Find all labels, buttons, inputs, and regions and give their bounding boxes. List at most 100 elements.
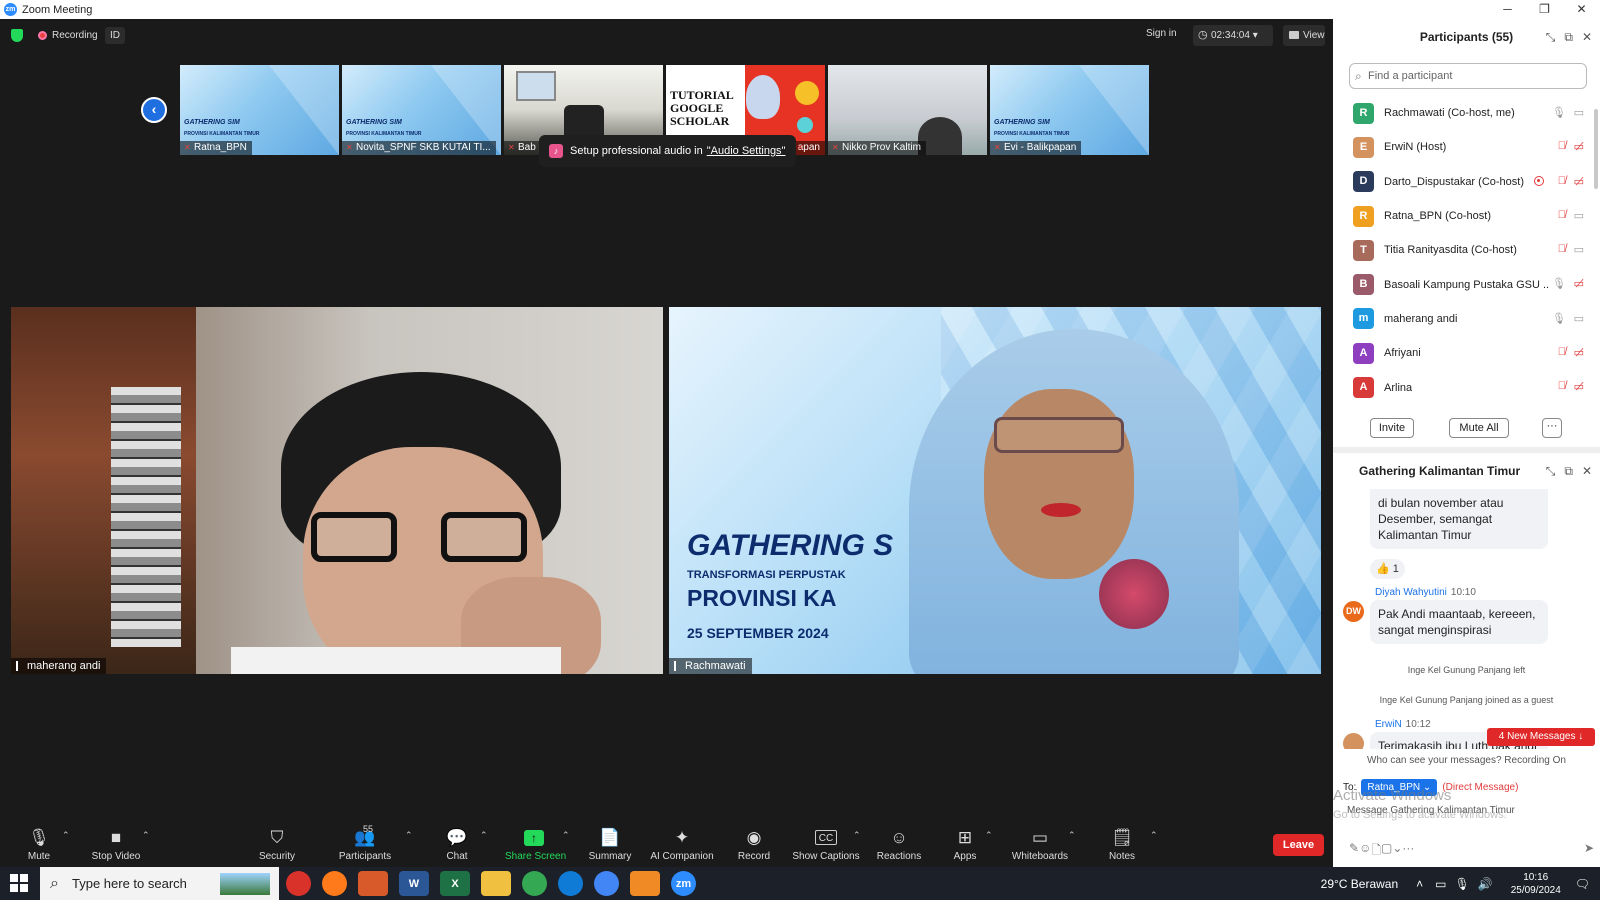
opera-icon[interactable] [286, 871, 311, 896]
windows-start-icon[interactable] [10, 874, 28, 892]
camera-off-icon[interactable]: ▭̸ [1574, 175, 1584, 188]
mute-all-button[interactable]: Mute All [1449, 418, 1509, 438]
view-button[interactable]: View [1283, 25, 1325, 46]
send-icon[interactable]: ➤ [1584, 841, 1594, 862]
collapse-icon[interactable]: ⤡ [1546, 464, 1556, 479]
participants-options-caret[interactable]: ⌃ [405, 830, 413, 841]
camera-off-icon[interactable]: ▭̸ [1574, 346, 1584, 359]
camera-off-icon[interactable]: ▭̸ [1574, 140, 1584, 153]
more-options-button[interactable]: ··· [1542, 418, 1562, 438]
sign-in-link[interactable]: Sign in [1146, 28, 1177, 39]
summary-button[interactable]: 📄 Summary [585, 820, 635, 867]
chat-messages[interactable]: di bulan november atau Desember, semanga… [1333, 489, 1600, 749]
meeting-id-button[interactable]: ID [105, 27, 125, 44]
microphone-muted-icon[interactable]: 🎙̸ [1558, 140, 1566, 152]
microphone-muted-icon[interactable]: 🎙̸ [1558, 380, 1566, 392]
microphone-tray-icon[interactable]: 🎙 [1455, 877, 1470, 891]
firefox-icon[interactable] [322, 871, 347, 896]
notifications-icon[interactable]: 🗨 [1575, 877, 1590, 891]
thumbnail-video[interactable]: GATHERING SIM PROVINSI KALIMANTAN TIMUR … [180, 65, 339, 155]
reaction-badge[interactable]: 👍 1 [1370, 559, 1405, 579]
camera-icon[interactable]: ▭ [1574, 312, 1584, 325]
audio-settings-link[interactable]: "Audio Settings" [707, 145, 786, 157]
mute-options-caret[interactable]: ⌃ [62, 830, 70, 841]
edge-icon[interactable] [558, 871, 583, 896]
chat-button[interactable]: 💬 Chat [440, 820, 474, 867]
stop-video-button[interactable]: ■ Stop Video [88, 820, 144, 867]
tray-overflow-icon[interactable]: ˄ [1416, 877, 1423, 891]
video-tile-right[interactable]: GATHERING S TRANSFORMASI PERPUSTAK PROVI… [669, 307, 1321, 674]
participants-button[interactable]: 👥 55 Participants [336, 820, 394, 867]
screenshot-icon[interactable]: ▢ [1381, 841, 1392, 862]
microphone-muted-icon[interactable]: 🎙̸ [1558, 175, 1566, 187]
apps-button[interactable]: ⊞ Apps [950, 820, 980, 867]
taskbar-clock[interactable]: 10:16 25/09/2024 [1511, 871, 1561, 897]
show-captions-button[interactable]: CC Show Captions [792, 820, 860, 867]
pop-out-icon[interactable]: ⧉ [1564, 30, 1573, 45]
participant-row[interactable]: R Ratna_BPN (Co-host) 🎙̸ ▭ [1333, 199, 1600, 233]
participant-row[interactable]: D Darto_Dispustakar (Co-host) 🎙̸ ▭̸ [1333, 165, 1600, 199]
invite-button[interactable]: Invite [1370, 418, 1414, 438]
participant-row[interactable]: A Afriyani 🎙̸ ▭̸ [1333, 336, 1600, 370]
participant-row[interactable]: T Titia Ranityasdita (Co-host) 🎙̸ ▭ [1333, 233, 1600, 267]
camera-icon[interactable]: ▭ [1574, 106, 1584, 119]
whiteboards-options-caret[interactable]: ⌃ [1068, 830, 1076, 841]
find-participant-input[interactable]: Find a participant [1349, 63, 1587, 89]
microphone-icon[interactable]: 🎙 [1552, 277, 1566, 290]
share-screen-button[interactable]: ↑ Share Screen [505, 820, 566, 867]
share-options-caret[interactable]: ⌃ [562, 830, 570, 841]
camera-icon[interactable]: ▭ [1574, 209, 1584, 222]
reactions-button[interactable]: ☺ Reactions [876, 820, 922, 867]
record-button[interactable]: ◉ Record [734, 820, 774, 867]
microphone-muted-icon[interactable]: 🎙̸ [1558, 243, 1566, 255]
security-button[interactable]: ⛉ Security [256, 820, 298, 867]
video-tile-left[interactable]: maherang andi [11, 307, 663, 674]
video-options-caret[interactable]: ⌃ [142, 830, 150, 841]
file-explorer-icon[interactable] [481, 871, 511, 896]
volume-icon[interactable]: 🔊 [1478, 877, 1493, 891]
mute-button[interactable]: 🎙 Mute [18, 820, 60, 867]
file-icon[interactable]: 🗋 [1371, 841, 1381, 862]
app-icon[interactable] [630, 871, 660, 896]
thumbnail-video[interactable]: GATHERING SIM PROVINSI KALIMANTAN TIMUR … [990, 65, 1149, 155]
apps-options-caret[interactable]: ⌃ [985, 830, 993, 841]
camera-off-icon[interactable]: ▭̸ [1574, 277, 1584, 290]
chevron-down-icon[interactable]: ⌄ [1392, 841, 1402, 862]
xampp-icon[interactable] [358, 871, 388, 896]
thumbnail-video[interactable]: Nikko Prov Kaltim [828, 65, 987, 155]
message-visibility-notice[interactable]: Who can see your messages? Recording On [1333, 750, 1600, 772]
participant-row[interactable]: R Rachmawati (Co-host, me) 🎙 ▭ [1333, 96, 1600, 130]
microphone-icon[interactable]: 🎙 [1552, 106, 1566, 119]
participant-row[interactable]: m maherang andi 🎙 ▭ [1333, 302, 1600, 336]
restore-button[interactable]: ❐ [1526, 0, 1563, 19]
close-icon[interactable]: ✕ [1582, 30, 1592, 44]
notes-button[interactable]: 🗒 Notes [1106, 820, 1138, 867]
close-window-button[interactable]: ✕ [1563, 0, 1600, 19]
camera-off-icon[interactable]: ▭̸ [1574, 380, 1584, 393]
word-icon[interactable]: W [399, 871, 429, 896]
more-icon[interactable]: ··· [1402, 841, 1414, 862]
minimize-button[interactable]: ─ [1489, 0, 1526, 19]
thumbnail-video[interactable]: GATHERING SIM PROVINSI KALIMANTAN TIMUR … [342, 65, 501, 155]
chrome-profile-icon[interactable] [594, 871, 619, 896]
excel-icon[interactable]: X [440, 871, 470, 896]
chrome-icon[interactable] [522, 871, 547, 896]
microphone-icon[interactable]: 🎙 [1552, 312, 1566, 325]
pop-out-icon[interactable]: ⧉ [1564, 464, 1573, 479]
security-shield-icon[interactable] [11, 29, 23, 42]
camera-icon[interactable]: ▭ [1574, 243, 1584, 256]
ai-companion-button[interactable]: ✦ AI Companion [647, 820, 717, 867]
previous-page-button[interactable]: ‹ [141, 97, 167, 123]
chat-options-caret[interactable]: ⌃ [480, 830, 488, 841]
zoom-taskbar-icon[interactable]: zm [671, 871, 696, 896]
microphone-muted-icon[interactable]: 🎙̸ [1558, 209, 1566, 221]
meeting-timer[interactable]: 02:34:04 ▾ [1193, 25, 1273, 46]
network-icon[interactable]: ▭ [1435, 877, 1446, 891]
whiteboards-button[interactable]: ▭ Whiteboards [1010, 820, 1070, 867]
participant-row[interactable]: A Arlina 🎙̸ ▭̸ [1333, 370, 1600, 404]
format-icon[interactable]: ✎ [1349, 841, 1359, 862]
weather-widget[interactable]: 29°C Berawan [1321, 877, 1399, 891]
emoji-icon[interactable]: ☺ [1359, 841, 1371, 862]
leave-button[interactable]: Leave [1273, 834, 1324, 856]
new-messages-button[interactable]: 4 New Messages ↓ [1487, 728, 1595, 746]
